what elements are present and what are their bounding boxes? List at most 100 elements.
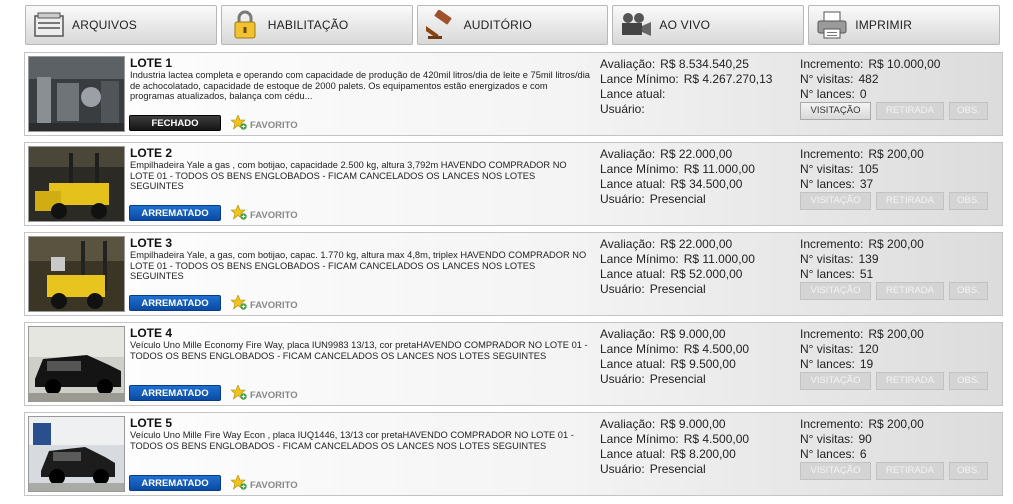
lot-values-right: Incremento: R$ 200,00 N° visitas: 105 N° l… xyxy=(800,147,924,192)
lot-actions: VISITAÇÃO RETIRADA OBS. xyxy=(800,372,988,390)
favorite-button[interactable]: FAVORITO xyxy=(230,204,298,225)
incremento-label: Incremento: xyxy=(800,147,864,161)
lances-label: N° lances: xyxy=(800,357,855,371)
favorite-label: FAVORITO xyxy=(250,209,298,221)
lance-minimo-value: R$ 4.267.270,13 xyxy=(683,72,773,86)
usuario-value: Presencial xyxy=(649,282,706,296)
printer-icon xyxy=(815,10,849,40)
incremento-label: Incremento: xyxy=(800,327,864,341)
star-plus-icon xyxy=(230,384,247,405)
lot-description: Veículo Uno Mille Economy Fire Way, plac… xyxy=(130,340,588,361)
star-plus-icon xyxy=(230,204,247,225)
lot-card: LOTE 1 Industria lactea completa e opera… xyxy=(24,52,1003,136)
usuario-label: Usuário: xyxy=(600,372,645,386)
lance-atual-value: R$ 52.000,00 xyxy=(670,267,743,281)
favorite-label: FAVORITO xyxy=(250,389,298,401)
arquivos-button[interactable]: ARQUIVOS xyxy=(25,5,217,45)
obs-button[interactable]: OBS. xyxy=(949,282,988,300)
lot-description: Empilhadeira Yale a gas , com botijao, c… xyxy=(130,160,567,192)
usuario-label: Usuário: xyxy=(600,102,645,116)
visitas-value: 90 xyxy=(858,432,872,446)
incremento-label: Incremento: xyxy=(800,57,864,71)
retirada-button[interactable]: RETIRADA xyxy=(876,102,944,120)
lot-card: LOTE 5 Veículo Uno Mille Fire Way Econ ,… xyxy=(24,412,1003,496)
status-badge[interactable]: ARREMATADO xyxy=(129,475,221,491)
lot-values-left: Avaliação: R$ 8.534.540,25 Lance Mínimo: R… xyxy=(600,57,772,117)
lance-minimo-label: Lance Mínimo: xyxy=(600,432,679,446)
retirada-button[interactable]: RETIRADA xyxy=(876,372,944,390)
lot-values-right: Incremento: R$ 200,00 N° visitas: 139 N° l… xyxy=(800,237,924,282)
avaliacao-label: Avaliação: xyxy=(600,147,656,161)
lot-card: LOTE 2 Empilhadeira Yale a gas , com bot… xyxy=(24,142,1003,226)
avaliacao-value: R$ 22.000,00 xyxy=(660,147,733,161)
lot-actions: VISITAÇÃO RETIRADA OBS. xyxy=(800,192,988,210)
lot-photo[interactable] xyxy=(28,236,125,312)
visitacao-button[interactable]: VISITAÇÃO xyxy=(800,282,871,300)
incremento-label: Incremento: xyxy=(800,417,864,431)
lock-icon xyxy=(228,10,262,40)
status-badge[interactable]: ARREMATADO xyxy=(129,385,221,401)
retirada-button[interactable]: RETIRADA xyxy=(876,462,944,480)
obs-button[interactable]: OBS. xyxy=(949,192,988,210)
lance-minimo-label: Lance Mínimo: xyxy=(600,162,679,176)
status-badge[interactable]: ARREMATADO xyxy=(129,205,221,221)
lot-description: Empilhadeira Yale, a gas, com botijao, c… xyxy=(130,250,587,282)
lot-photo[interactable] xyxy=(28,56,125,132)
lance-minimo-value: R$ 4.500,00 xyxy=(683,432,750,446)
lot-title: LOTE 4 xyxy=(130,326,173,340)
favorite-button[interactable]: FAVORITO xyxy=(230,294,298,315)
imprimir-button[interactable]: IMPRIMIR xyxy=(808,5,1000,45)
retirada-button[interactable]: RETIRADA xyxy=(876,282,944,300)
avaliacao-value: R$ 22.000,00 xyxy=(660,237,733,251)
avaliacao-value: R$ 9.000,00 xyxy=(660,327,726,341)
lot-photo[interactable] xyxy=(28,326,125,402)
visitacao-button[interactable]: VISITAÇÃO xyxy=(800,462,871,480)
visitas-label: N° visitas: xyxy=(800,162,854,176)
obs-button[interactable]: OBS. xyxy=(949,372,988,390)
incremento-value: R$ 200,00 xyxy=(868,327,924,341)
auditorio-button[interactable]: AUDITÓRIO xyxy=(416,5,609,45)
lance-atual-label: Lance atual: xyxy=(600,447,666,461)
favorite-button[interactable]: FAVORITO xyxy=(230,384,298,405)
visitas-label: N° visitas: xyxy=(800,432,854,446)
lot-photo[interactable] xyxy=(28,146,125,222)
favorite-label: FAVORITO xyxy=(250,119,298,131)
lance-atual-label: Lance atual: xyxy=(600,87,666,101)
lot-description: Industria lactea completa e operando com… xyxy=(130,70,590,102)
incremento-value: R$ 200,00 xyxy=(868,147,924,161)
lance-minimo-value: R$ 11.000,00 xyxy=(683,162,755,176)
obs-button[interactable]: OBS. xyxy=(949,102,988,120)
lot-description: Veículo Uno Mille Fire Way Econ , placa … xyxy=(130,430,574,451)
favorite-button[interactable]: FAVORITO xyxy=(230,474,298,495)
habilitacao-button[interactable]: HABILITAÇÃO xyxy=(220,5,413,45)
lances-label: N° lances: xyxy=(800,87,855,101)
visitacao-button[interactable]: VISITAÇÃO xyxy=(800,192,871,210)
lot-actions: VISITAÇÃO RETIRADA OBS. xyxy=(800,462,988,480)
lot-actions: VISITAÇÃO RETIRADA OBS. xyxy=(800,282,988,300)
retirada-button[interactable]: RETIRADA xyxy=(876,192,944,210)
visitacao-button[interactable]: VISITAÇÃO xyxy=(800,102,871,120)
lance-atual-value: R$ 9.500,00 xyxy=(670,357,736,371)
status-badge[interactable]: FECHADO xyxy=(129,115,221,131)
obs-button[interactable]: OBS. xyxy=(949,462,988,480)
auditorio-label: AUDITÓRIO xyxy=(463,18,533,32)
lot-values-left: Avaliação: R$ 9.000,00 Lance Mínimo: R$ 4.… xyxy=(600,327,749,387)
favorite-button[interactable]: FAVORITO xyxy=(230,114,298,135)
lot-values-left: Avaliação: R$ 9.000,00 Lance Mínimo: R$ 4.… xyxy=(600,417,749,477)
lot-values-left: Avaliação: R$ 22.000,00 Lance Mínimo: R$ 1… xyxy=(600,147,755,207)
visitacao-button[interactable]: VISITAÇÃO xyxy=(800,372,871,390)
visitas-value: 139 xyxy=(858,252,879,266)
lot-values-right: Incremento: R$ 200,00 N° visitas: 120 N° l… xyxy=(800,327,924,372)
lances-value: 37 xyxy=(859,177,874,191)
incremento-value: R$ 10.000,00 xyxy=(868,57,941,71)
lance-minimo-label: Lance Mínimo: xyxy=(600,252,679,266)
status-badge[interactable]: ARREMATADO xyxy=(129,295,221,311)
lot-title: LOTE 3 xyxy=(130,236,173,250)
ao-vivo-button[interactable]: AO VIVO xyxy=(612,5,805,45)
lance-minimo-value: R$ 4.500,00 xyxy=(683,342,750,356)
lot-actions: VISITAÇÃO RETIRADA OBS. xyxy=(800,102,988,120)
lances-value: 6 xyxy=(859,447,867,461)
lot-photo[interactable] xyxy=(28,416,125,492)
lance-atual-label: Lance atual: xyxy=(600,267,666,281)
avaliacao-label: Avaliação: xyxy=(600,237,656,251)
